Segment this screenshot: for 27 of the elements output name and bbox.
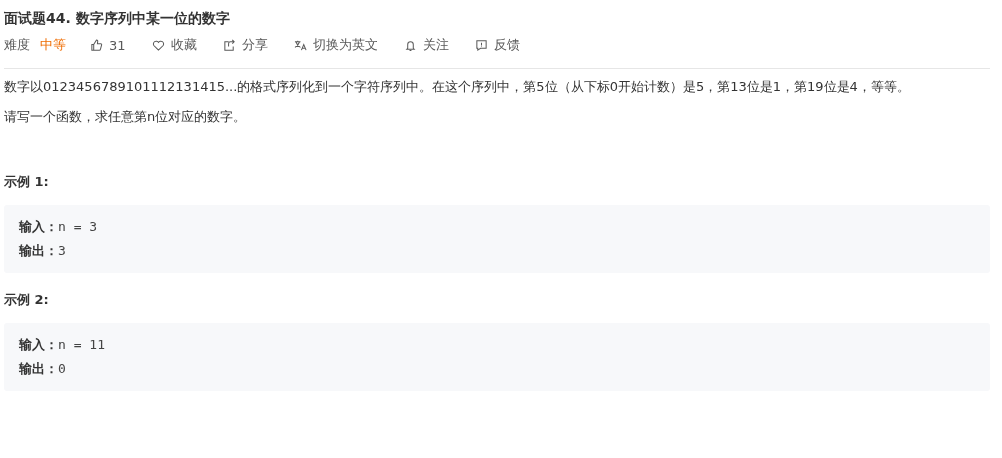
- example-value: 0: [58, 361, 66, 376]
- example-heading: 示例 1:: [4, 173, 50, 191]
- thumbs-up-icon: [90, 38, 103, 52]
- action-button[interactable]: 关注: [403, 36, 449, 54]
- example-label: 输出：: [19, 243, 58, 258]
- example-label: 输出：: [19, 361, 58, 376]
- action-button[interactable]: 分享: [222, 36, 268, 54]
- share-icon: [222, 38, 236, 52]
- feedback-icon: [474, 38, 488, 52]
- description-paragraph: 数字以0123456789101112131415...的格式序列化到一个字符序列中。在这个序列中，第5位（从下标0开始计数）是5，第13位是1，第19位是4，等等。: [4, 78, 911, 96]
- difficulty-value: 中等: [40, 36, 66, 54]
- example-value: 3: [58, 243, 66, 258]
- example-label: 输入：: [19, 219, 58, 234]
- example-value: n = 11: [58, 337, 105, 352]
- difficulty-label: 难度: [4, 36, 30, 54]
- action-button[interactable]: 切换为英文: [293, 36, 378, 54]
- description-paragraph: 请写一个函数，求任意第n位对应的数字。: [4, 108, 248, 126]
- heart-icon: [151, 38, 165, 52]
- bell-icon: [403, 38, 417, 52]
- action-button[interactable]: 反馈: [474, 36, 520, 54]
- action-button[interactable]: 收藏: [151, 36, 197, 54]
- example-heading: 示例 2:: [4, 291, 50, 309]
- example-label: 输入：: [19, 337, 58, 352]
- translate-icon: [293, 38, 307, 52]
- action-button[interactable]: 31: [90, 37, 126, 53]
- example-value: n = 3: [58, 219, 98, 234]
- problem-title: 面试题44. 数字序列中某一位的数字: [4, 9, 231, 28]
